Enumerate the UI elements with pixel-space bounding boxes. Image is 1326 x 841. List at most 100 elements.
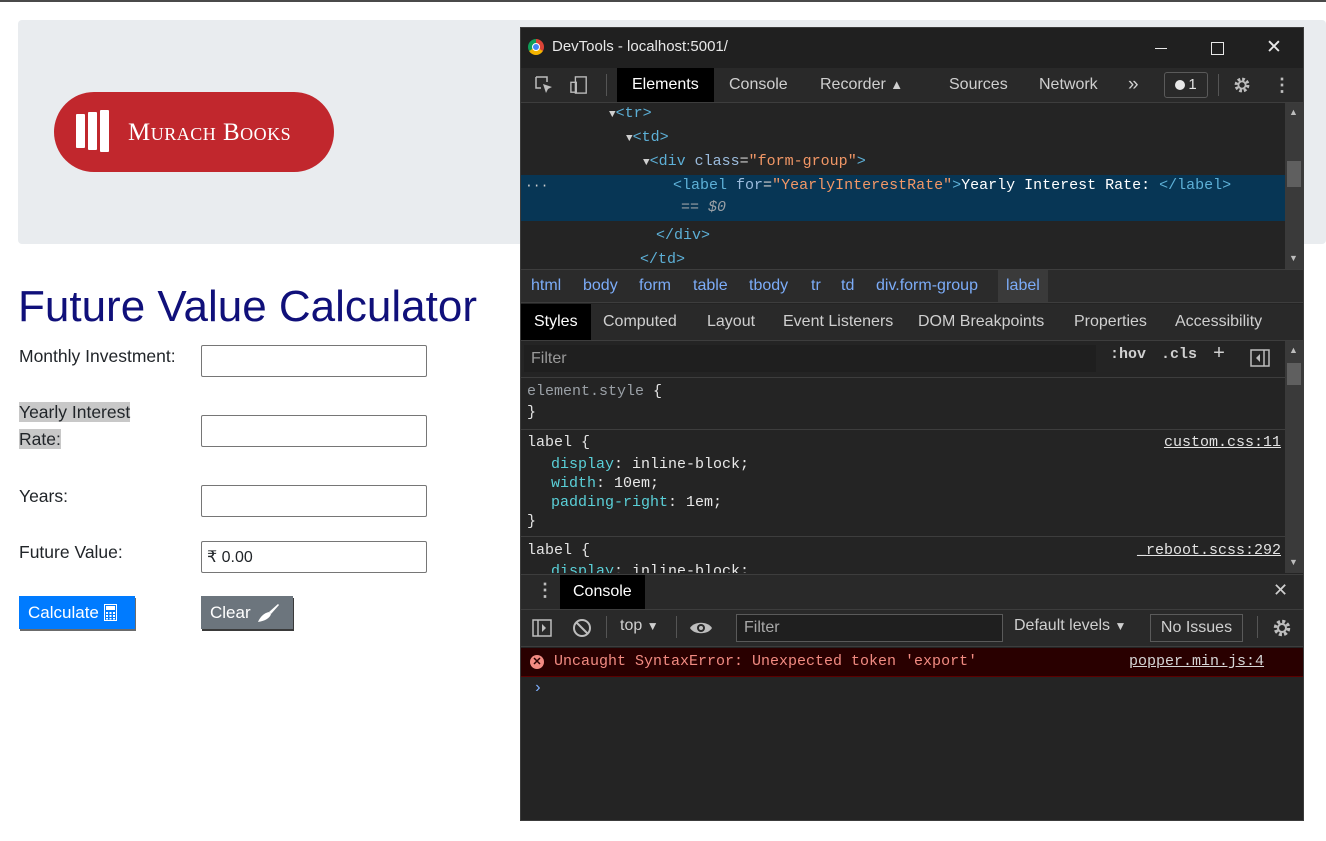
tab-recorder[interactable]: Recorder ▲ [805,68,918,102]
tab-event-listeners[interactable]: Event Listeners [783,304,893,340]
expand-arrow-icon[interactable]: ▼ [643,157,650,169]
live-expression-eye-icon[interactable] [689,620,713,636]
console-filter-input[interactable]: Filter [736,614,1003,642]
element-style-selector: element.style [527,383,645,400]
close-drawer-icon[interactable]: ✕ [1273,580,1288,601]
tab-computed[interactable]: Computed [603,304,677,340]
tab-console[interactable]: Console [714,68,803,102]
tab-dom-breakpoints[interactable]: DOM Breakpoints [918,304,1044,340]
clear-button[interactable]: Clear [201,596,293,629]
scroll-up-icon[interactable]: ▲ [1289,345,1298,355]
inspect-element-icon[interactable] [535,76,553,94]
devtools-titlebar[interactable]: DevTools - localhost:5001/ ✕ [521,28,1303,68]
dom-tag: <label [673,177,728,194]
element-style-rule[interactable]: element.style { [527,382,662,401]
minimize-button[interactable] [1149,36,1173,60]
rule1-prop-display[interactable]: display: inline-block; [551,455,749,474]
log-levels-dropdown[interactable]: Default levels ▼ [1014,617,1126,635]
console-settings-icon[interactable] [1272,618,1292,638]
rule2-selector-line[interactable]: label { [527,541,590,560]
crumb-form[interactable]: form [639,270,671,302]
years-input[interactable] [201,485,427,517]
console-toolbar: top ▼ Filter Default levels ▼ No Issues [521,610,1303,647]
dom-node-label-selected[interactable]: ··· <label for="YearlyInterestRate">Year… [521,175,1285,221]
more-tabs-icon[interactable]: » [1113,68,1154,102]
styles-filter-input[interactable]: Filter [524,345,1096,372]
calculate-button[interactable]: Calculate [19,596,135,629]
rule1-selector: label [527,434,573,451]
crumb-table[interactable]: table [693,270,728,302]
new-style-rule-icon[interactable]: + [1213,343,1225,366]
tab-elements[interactable]: Elements [617,68,714,102]
rule1-prop-padding-right[interactable]: padding-right: 1em; [551,493,722,512]
styles-scrollbar-thumb[interactable] [1287,363,1301,385]
monthly-investment-input[interactable] [201,345,427,377]
dom-node-tr[interactable]: ▼<tr> [609,103,652,125]
scroll-down-icon[interactable]: ▼ [1289,557,1298,567]
rule2-source-link[interactable]: _reboot.scss:292 [1137,541,1281,560]
dom-node-td[interactable]: ▼<td> [626,127,669,149]
clear-console-icon[interactable] [572,618,592,638]
rule2-selector: label [527,542,573,559]
cls-toggle[interactable]: .cls [1161,346,1197,363]
scroll-down-icon[interactable]: ▼ [1289,253,1298,263]
drawer-menu-icon[interactable]: ⋮ [536,580,554,601]
tab-properties[interactable]: Properties [1074,304,1147,340]
devtools-main-tabs: Elements Console Recorder ▲ Sources Netw… [521,68,1303,103]
tab-network[interactable]: Network [1024,68,1113,102]
close-window-button[interactable]: ✕ [1262,36,1286,60]
yearly-interest-rate-input[interactable] [201,415,427,447]
console-prompt[interactable]: › [533,679,543,697]
tab-accessibility[interactable]: Accessibility [1175,304,1262,340]
maximize-button[interactable] [1205,36,1229,60]
tab-sources[interactable]: Sources [934,68,1023,102]
rule1-prop-width[interactable]: width: 10em; [551,474,659,493]
hov-toggle[interactable]: :hov [1110,346,1146,363]
scroll-up-icon[interactable]: ▲ [1289,107,1298,117]
settings-gear-icon[interactable] [1233,76,1251,94]
dom-tag: </div> [656,227,711,244]
drawer-tab-console[interactable]: Console [560,575,645,609]
years-label: Years: [19,486,68,506]
log-levels-label: Default levels [1014,617,1111,634]
more-options-icon[interactable]: ⋮ [1273,76,1291,94]
dom-scrollbar-thumb[interactable] [1287,161,1301,187]
rule1-selector-line[interactable]: label { [527,433,590,452]
rule1-source-link[interactable]: custom.css:11 [1164,433,1281,452]
tab-layout[interactable]: Layout [707,304,755,340]
rule2-prop-display[interactable]: display: inline-block; [551,562,749,573]
expand-arrow-icon[interactable]: ▼ [609,109,616,121]
node-actions-icon[interactable]: ··· [525,175,548,197]
dom-node-div-close[interactable]: </div> [656,225,710,247]
styles-scrollbar[interactable]: ▲ ▼ [1285,341,1303,573]
crumb-html[interactable]: html [531,270,561,302]
issues-button[interactable]: No Issues [1150,614,1243,642]
issues-badge[interactable]: 1 [1164,72,1208,98]
dom-attr-name: class [694,153,740,170]
crumb-label[interactable]: label [998,270,1048,302]
crumb-td[interactable]: td [841,270,854,302]
context-selector[interactable]: top ▼ [620,617,659,635]
crumb-tr[interactable]: tr [811,270,821,302]
error-source-link[interactable]: popper.min.js:4 [1129,648,1264,676]
dom-node-td-close[interactable]: </td> [640,249,685,271]
expand-arrow-icon[interactable]: ▼ [626,133,633,145]
error-icon: ✕ [530,655,544,669]
dom-scrollbar[interactable]: ▲ ▼ [1285,103,1303,269]
dom-node-div[interactable]: ▼<div class="form-group"> [643,151,866,173]
crumb-tbody[interactable]: tbody [749,270,788,302]
show-sidebar-icon[interactable] [532,619,552,637]
console-error-message[interactable]: ✕ Uncaught SyntaxError: Unexpected token… [521,648,1303,677]
styles-rules: element.style { } label { custom.css:11 … [521,378,1285,573]
toggle-sidebar-icon[interactable] [1250,349,1270,367]
prop-value: inline-block; [632,456,750,473]
dropdown-arrow-icon: ▼ [646,619,659,633]
tab-styles[interactable]: Styles [521,304,591,340]
dom-tag: <div [649,153,686,170]
crumb-div-form-group[interactable]: div.form-group [876,270,978,302]
prop-name: display [551,563,615,573]
crumb-body[interactable]: body [583,270,618,302]
device-toolbar-icon[interactable] [570,76,588,94]
future-value-output[interactable] [201,541,427,573]
chrome-icon [528,39,544,55]
